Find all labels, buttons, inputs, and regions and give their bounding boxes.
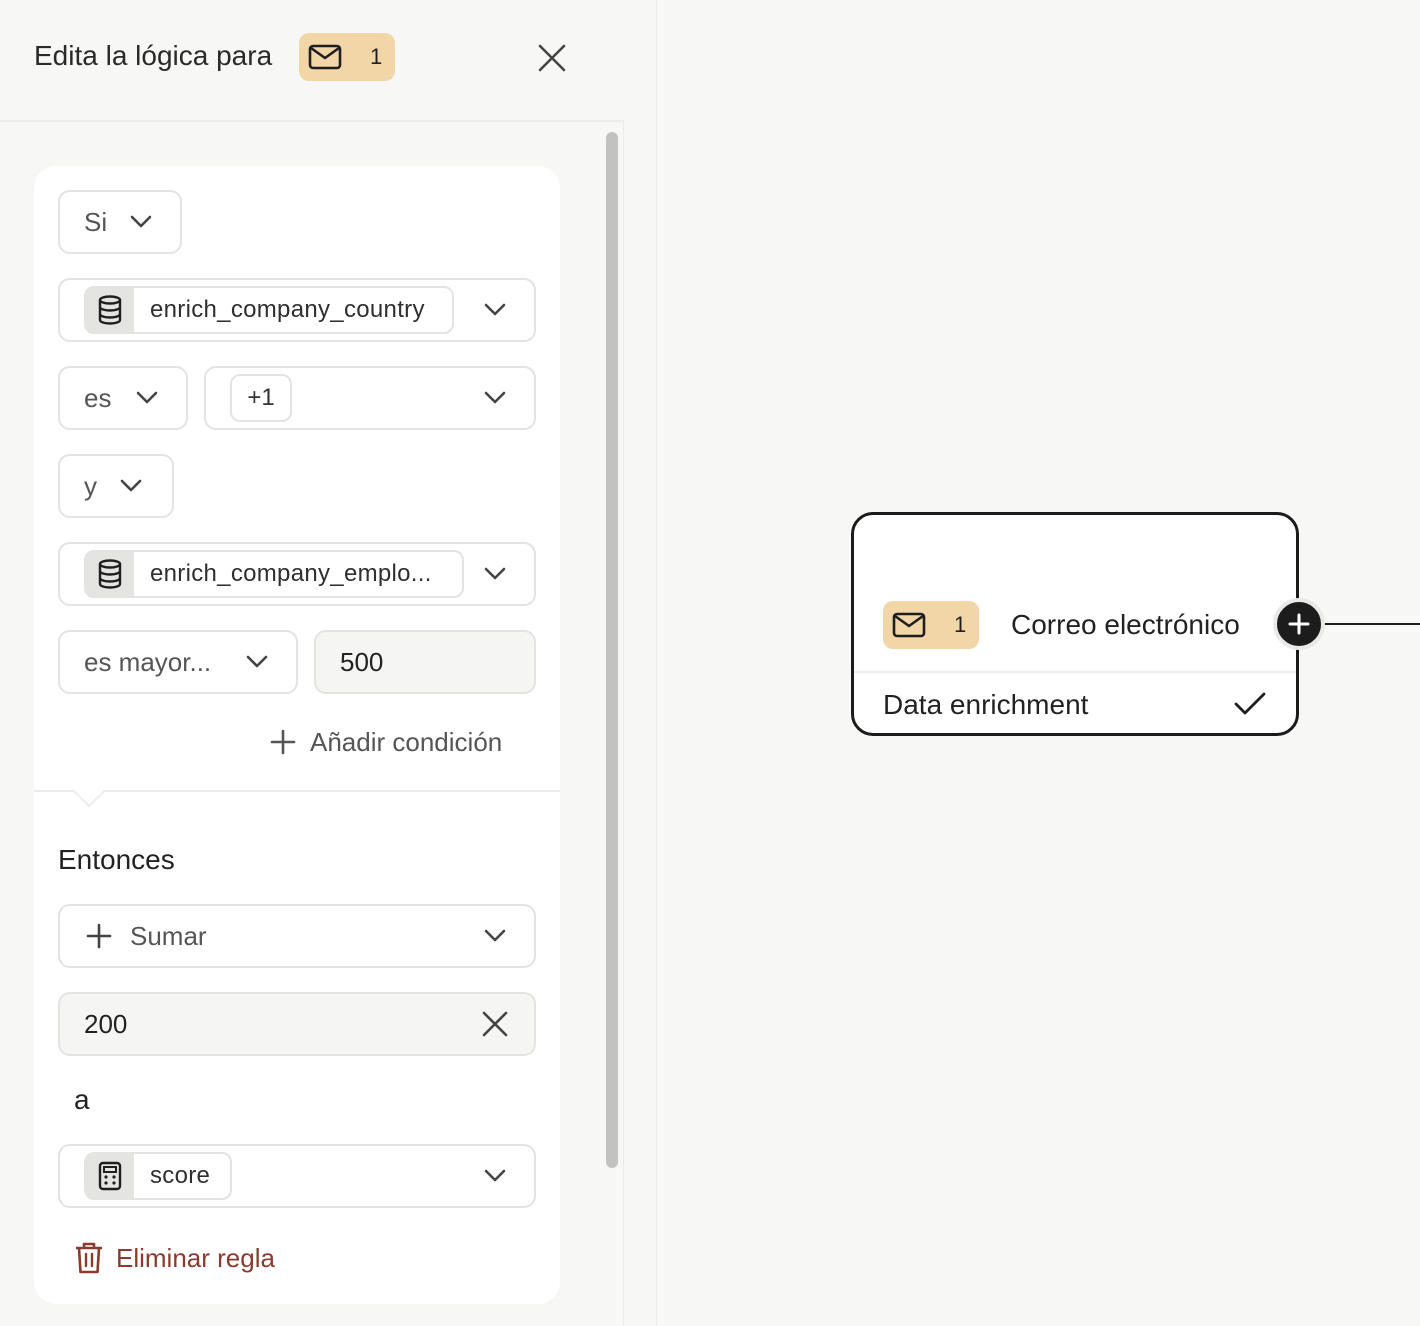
connector-line <box>1325 623 1420 625</box>
chevron-down-icon <box>484 929 506 943</box>
step-badge: 1 <box>299 33 395 81</box>
node-title: Correo electrónico <box>1011 609 1240 640</box>
delete-rule-button[interactable]: Eliminar regla <box>74 1238 275 1278</box>
panel-scrollbar[interactable] <box>606 132 618 1168</box>
chevron-down-icon <box>246 655 268 669</box>
database-icon <box>86 552 134 596</box>
panel-header: Edita la lógica para 1 <box>0 0 624 122</box>
condition2-field-select[interactable]: enrich_company_emplo... <box>58 542 536 606</box>
chevron-down-icon <box>484 391 506 405</box>
workflow-canvas[interactable]: 1 Correo electrónico Data enrichment <box>656 0 1420 1326</box>
check-icon <box>1234 691 1266 717</box>
add-condition-button[interactable]: Añadir condición <box>270 722 502 762</box>
database-icon <box>86 288 134 332</box>
condition1-field-label: enrich_company_country <box>150 296 425 323</box>
plus-icon <box>86 923 112 949</box>
if-select[interactable]: Si <box>58 190 182 254</box>
chevron-down-icon <box>484 567 506 581</box>
divider-notch <box>73 776 105 808</box>
condition2-value-input[interactable]: 500 <box>314 630 536 694</box>
condition2-field-chip: enrich_company_emplo... <box>84 550 464 598</box>
node-divider <box>854 671 1296 673</box>
node-step-number: 1 <box>954 612 967 637</box>
add-step-button[interactable] <box>1273 598 1325 650</box>
if-select-label: Si <box>84 206 108 237</box>
to-label: a <box>74 1084 90 1115</box>
workflow-node[interactable]: 1 Correo electrónico Data enrichment <box>851 512 1299 736</box>
condition2-operator-label: es mayor... <box>84 646 212 677</box>
chevron-down-icon <box>130 215 152 229</box>
envelope-icon <box>308 44 342 70</box>
close-icon <box>538 44 566 72</box>
close-button[interactable] <box>532 38 572 78</box>
chevron-down-icon <box>136 391 158 405</box>
logic-connector-select[interactable]: y <box>58 454 174 518</box>
delete-rule-label: Eliminar regla <box>116 1242 275 1273</box>
target-field-select[interactable]: score <box>58 1144 536 1208</box>
calculator-icon <box>86 1154 134 1198</box>
logic-connector-label: y <box>84 470 97 501</box>
condition1-operator-label: es <box>84 382 112 413</box>
add-condition-label: Añadir condición <box>310 726 503 757</box>
condition2-value: 500 <box>340 646 384 677</box>
condition1-value-select[interactable]: +1 <box>204 366 536 430</box>
condition2-operator-select[interactable]: es mayor... <box>58 630 298 694</box>
plus-icon <box>1288 613 1310 635</box>
trash-icon <box>74 1241 104 1275</box>
condition1-operator-select[interactable]: es <box>58 366 188 430</box>
then-label: Entonces <box>58 844 175 875</box>
chevron-down-icon <box>120 479 142 493</box>
amount-input[interactable]: 200 <box>58 992 536 1056</box>
plus-icon <box>270 729 296 755</box>
logic-editor-panel: Edita la lógica para 1 Si enrich_company… <box>0 0 624 1326</box>
condition1-field-select[interactable]: enrich_company_country <box>58 278 536 342</box>
action-label: Sumar <box>130 920 207 951</box>
envelope-icon <box>892 612 926 638</box>
condition1-field-chip: enrich_company_country <box>84 286 454 334</box>
clear-icon[interactable] <box>482 1011 508 1037</box>
amount-value: 200 <box>84 1008 128 1039</box>
condition2-field-label: enrich_company_emplo... <box>150 560 432 587</box>
value-count-chip: +1 <box>230 374 292 422</box>
panel-title: Edita la lógica para <box>34 40 273 71</box>
section-divider <box>34 790 560 792</box>
chevron-down-icon <box>484 1169 506 1183</box>
node-status-label: Data enrichment <box>883 689 1089 720</box>
chevron-down-icon <box>484 303 506 317</box>
step-badge-number: 1 <box>370 44 383 69</box>
target-field-chip: score <box>84 1152 232 1200</box>
rule-card: Si enrich_company_country es +1 y enrich… <box>34 166 560 1304</box>
action-select[interactable]: Sumar <box>58 904 536 968</box>
target-field-label: score <box>150 1162 211 1189</box>
node-step-badge: 1 <box>883 601 979 649</box>
